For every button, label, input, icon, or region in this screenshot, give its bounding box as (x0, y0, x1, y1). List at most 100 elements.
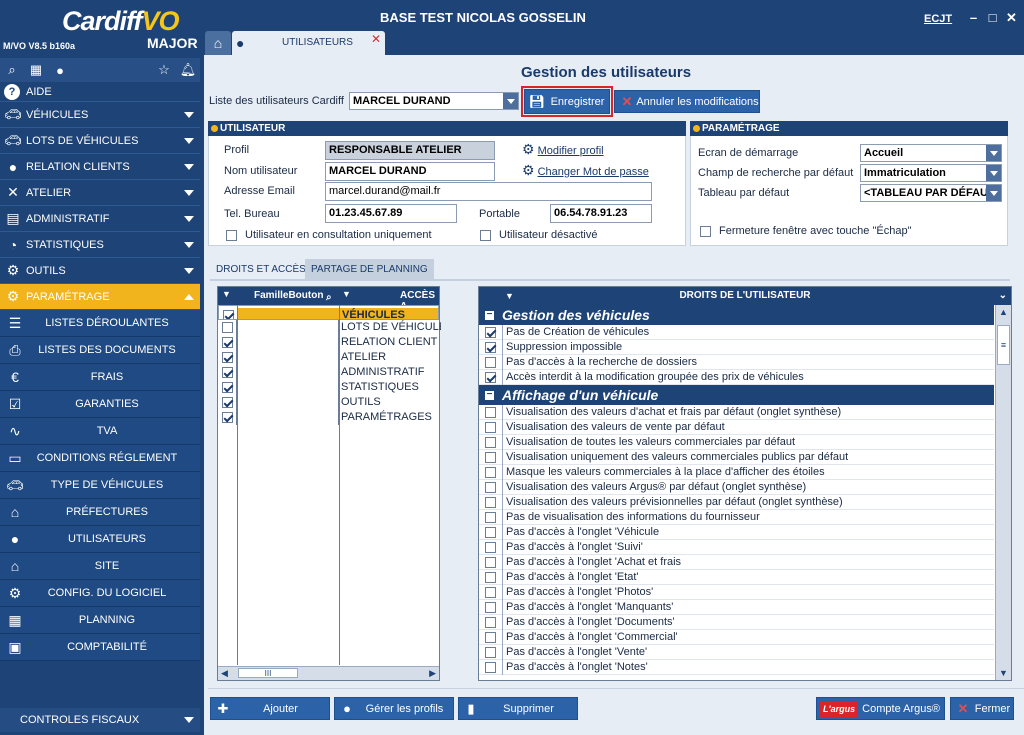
table-row[interactable]: STATISTIQUES (218, 380, 439, 395)
sidebar-subitem-type-de-v-hicules[interactable]: 🚗︎ TYPE DE VÉHICULES (0, 472, 200, 499)
email-field[interactable]: marcel.durand@mail.fr (325, 182, 652, 201)
list-item[interactable]: Pas d'accès à l'onglet 'Vente' (479, 644, 994, 660)
sidebar-subitem-pr-fectures[interactable]: ⌂ PRÉFECTURES (0, 499, 200, 526)
filter-icon[interactable]: ▼ (222, 289, 231, 299)
table-row[interactable]: ATELIER (218, 350, 439, 365)
scroll-down-icon[interactable]: ▼ (999, 668, 1008, 678)
list-item[interactable]: Pas d'accès à l'onglet 'Véhicule (479, 524, 994, 540)
checkbox[interactable] (485, 326, 496, 338)
tab-droits-et-acces[interactable]: DROITS ET ACCÈS (210, 259, 312, 279)
list-item[interactable]: Pas de Création de véhicules (479, 324, 994, 340)
maximize-icon[interactable]: □ (986, 11, 999, 24)
collapse-icon[interactable]: − (485, 389, 494, 400)
tab-home[interactable]: ⌂ (205, 31, 231, 55)
table-row[interactable]: PARAMÉTRAGES (218, 410, 439, 425)
table-row[interactable]: VÉHICULES (218, 305, 439, 320)
checkbox[interactable] (221, 322, 233, 333)
scroll-thumb[interactable]: ≡ (997, 325, 1010, 365)
scroll-up-icon[interactable]: ▲ (999, 307, 1008, 317)
close-icon[interactable]: ✕ (1005, 11, 1018, 24)
portable-field[interactable]: 06.54.78.91.23 (550, 204, 652, 223)
list-item[interactable]: Suppression impossible (479, 339, 994, 355)
table-row[interactable]: RELATION CLIENT (218, 335, 439, 350)
sidebar-subitem-tva[interactable]: ∿ TVA (0, 418, 200, 445)
modifier-profil-link[interactable]: ⚙ Modifier profil (522, 141, 604, 158)
checkbox[interactable] (485, 616, 496, 628)
checkbox[interactable] (485, 496, 496, 508)
scroll-right-icon[interactable]: ▶ (429, 668, 436, 679)
tab-partage-planning[interactable]: PARTAGE DE PLANNING (305, 259, 434, 279)
sidebar-item-v-hicules[interactable]: 🚗︎ VÉHICULES (0, 102, 200, 128)
sidebar-subitem-listes-des-documents[interactable]: ⎙ LISTES DES DOCUMENTS (0, 337, 200, 364)
sidebar-item-lots-de-v-hicules[interactable]: 🚗︎ LOTS DE VÉHICULES (0, 128, 200, 154)
checkbox[interactable] (222, 310, 234, 319)
cancel-button[interactable]: ✕ Annuler les modifications (614, 90, 760, 113)
list-item[interactable]: Pas d'accès à l'onglet 'Commercial' (479, 629, 994, 645)
nom-field[interactable]: MARCEL DURAND (325, 162, 495, 181)
checkbox[interactable] (485, 356, 496, 368)
checkbox[interactable] (485, 341, 496, 353)
list-item[interactable]: Pas d'accès à l'onglet 'Etat' (479, 569, 994, 585)
tableau-select[interactable]: <TABLEAU PAR DÉFAUT> (860, 184, 1002, 202)
sidebar-subitem-site[interactable]: ⌂ SITE (0, 553, 200, 580)
checkbox[interactable] (485, 421, 496, 433)
filter-icon[interactable]: ▼ (342, 289, 351, 299)
search-icon[interactable]: ⌕ (326, 292, 332, 303)
supprimer-button[interactable]: ▮ Supprimer (458, 697, 578, 720)
sidebar-item-administratif[interactable]: ▤ ADMINISTRATIF (0, 206, 200, 232)
save-button[interactable]: 💾︎ Enregistrer (521, 86, 613, 117)
scroll-thumb[interactable]: III (238, 668, 298, 678)
sidebar-subitem-listes-d-roulantes[interactable]: ☰ LISTES DÉROULANTES (0, 310, 200, 337)
star-icon[interactable]: ☆ (155, 61, 173, 79)
sidebar-item-relation-clients[interactable]: ● RELATION CLIENTS (0, 154, 200, 180)
tab-utilisateurs[interactable]: ● UTILISATEURS ✕ (232, 31, 385, 55)
checkbox[interactable] (485, 466, 496, 478)
sidebar-item-param-trage[interactable]: ⚙ PARAMÉTRAGE (0, 284, 200, 310)
ecran-select[interactable]: Accueil (860, 144, 1002, 162)
checkbox[interactable] (485, 631, 496, 643)
list-item[interactable]: Pas d'accès à l'onglet 'Notes' (479, 659, 994, 675)
checkbox[interactable] (700, 225, 711, 237)
list-item[interactable]: Visualisation de toutes les valeurs comm… (479, 434, 994, 450)
table-row[interactable]: ADMINISTRATIF (218, 365, 439, 380)
horizontal-scrollbar[interactable]: ◀ III ▶ (218, 666, 439, 680)
user-list-select[interactable]: MARCEL DURAND (349, 92, 519, 110)
table-row[interactable]: LOTS DE VÉHICULES (218, 320, 441, 335)
checkbox[interactable] (485, 451, 496, 463)
consultation-checkbox[interactable]: Utilisateur en consultation uniquement (226, 229, 432, 241)
sidebar-subitem-conditions-r-glement[interactable]: ▭ CONDITIONS RÉGLEMENT (0, 445, 200, 472)
list-item[interactable]: Pas de visualisation des informations du… (479, 509, 994, 525)
calendar-icon[interactable]: ▦ (27, 61, 45, 79)
checkbox[interactable] (221, 397, 233, 408)
list-item[interactable]: Pas d'accès à la recherche de dossiers (479, 354, 994, 370)
sidebar-subitem-planning[interactable]: ▦ PLANNING (0, 607, 200, 634)
fermeture-checkbox[interactable]: Fermeture fenêtre avec touche "Échap" (700, 225, 911, 237)
list-item[interactable]: Visualisation des valeurs prévisionnelle… (479, 494, 994, 510)
table-row[interactable]: OUTILS (218, 395, 439, 410)
list-item[interactable]: Pas d'accès à l'onglet 'Documents' (479, 614, 994, 630)
fermer-button[interactable]: ✕ Fermer (950, 697, 1014, 720)
checkbox[interactable] (221, 382, 233, 393)
checkbox[interactable] (221, 337, 233, 348)
list-item[interactable]: Visualisation des valeurs d'achat et fra… (479, 404, 994, 420)
minimize-icon[interactable]: – (967, 11, 980, 24)
checkbox[interactable] (485, 436, 496, 448)
tel-field[interactable]: 01.23.45.67.89 (325, 204, 457, 223)
checkbox[interactable] (485, 511, 496, 523)
person-icon[interactable]: ● (51, 61, 69, 79)
sidebar-subitem-utilisateurs[interactable]: ● UTILISATEURS (0, 526, 200, 553)
checkbox[interactable] (485, 526, 496, 538)
checkbox[interactable] (226, 229, 237, 241)
list-item[interactable]: Masque les valeurs commerciales à la pla… (479, 464, 994, 480)
ajouter-button[interactable]: ✚ Ajouter (210, 697, 330, 720)
checkbox[interactable] (485, 646, 496, 658)
checkbox[interactable] (485, 406, 496, 418)
search-icon[interactable]: ⌕ (3, 61, 21, 79)
group-header[interactable]: − Gestion des véhicules (479, 305, 994, 325)
checkbox[interactable] (221, 367, 233, 378)
changer-mot-de-passe-link[interactable]: ⚙ Changer Mot de passe (522, 162, 649, 179)
list-item[interactable]: Visualisation des valeurs de vente par d… (479, 419, 994, 435)
checkbox[interactable] (480, 229, 491, 241)
list-item[interactable]: Visualisation des valeurs Argus® par déf… (479, 479, 994, 495)
filter-icon[interactable]: ▼ (505, 287, 514, 305)
